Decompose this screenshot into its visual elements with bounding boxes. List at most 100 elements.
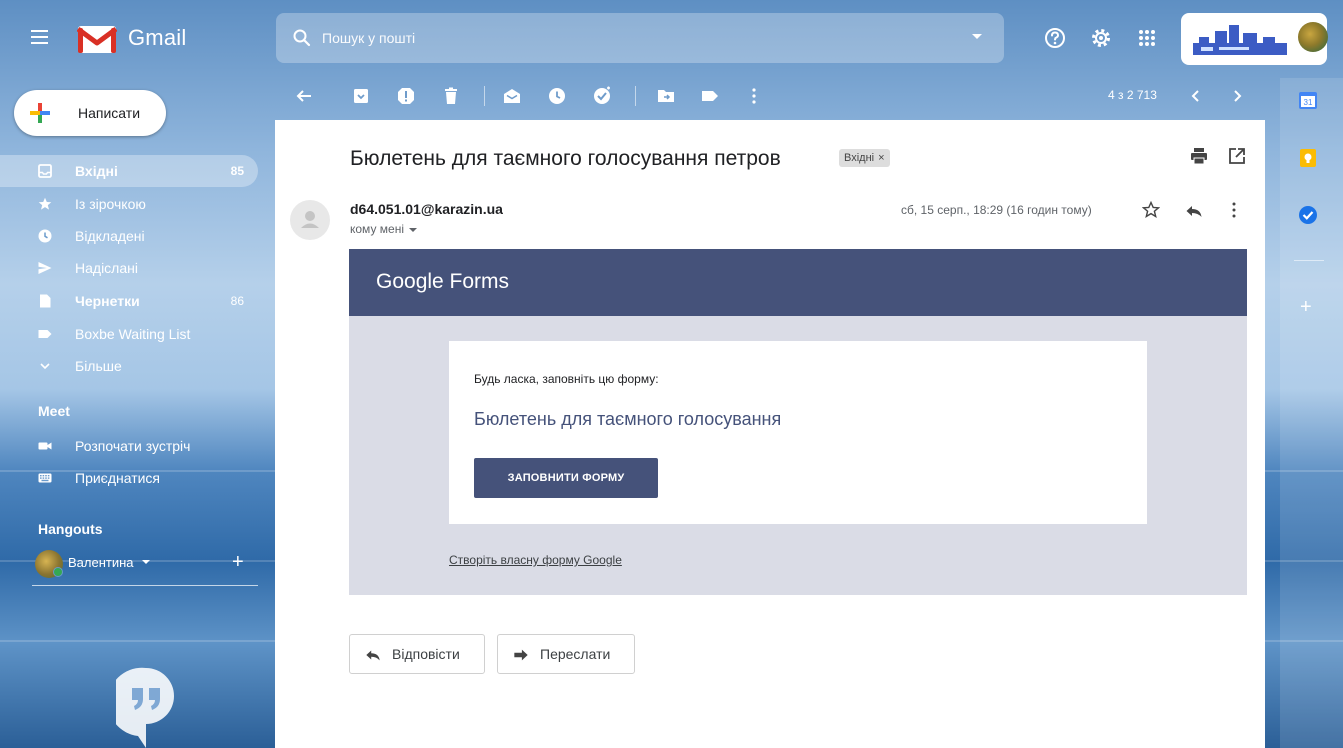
recipient-details-toggle[interactable]: кому мені [350, 222, 417, 236]
inbox-label-chip[interactable]: Вхідні × [839, 149, 890, 167]
google-forms-logo-bold: Google [376, 270, 444, 293]
star-outline-icon[interactable] [1142, 201, 1160, 219]
add-to-tasks-icon[interactable] [592, 86, 612, 106]
toolbar-divider [635, 86, 636, 106]
reply-arrow-icon[interactable] [1185, 202, 1203, 220]
sidebar-item-inbox[interactable]: Вхідні 85 [0, 155, 258, 187]
tasks-check-icon[interactable] [1298, 205, 1318, 225]
create-own-form-link[interactable]: Створіть власну форму Google [449, 553, 622, 567]
older-chevron-right-icon[interactable] [1227, 86, 1247, 106]
fill-form-button[interactable]: ЗАПОВНИТИ ФОРМУ [474, 458, 658, 498]
hangouts-divider [32, 585, 258, 586]
snooze-clock-icon[interactable] [547, 86, 567, 106]
gmail-logo-icon[interactable] [77, 24, 117, 54]
pagination-counter: 4 з 2 713 [1108, 88, 1157, 102]
sender-email[interactable]: d64.051.01@karazin.ua [350, 201, 503, 217]
sidebar-item-starred[interactable]: Із зірочкою [0, 188, 258, 220]
svg-text:31: 31 [1304, 98, 1313, 107]
draft-icon [40, 294, 51, 308]
sidebar-item-label: Boxbe Waiting List [75, 326, 191, 342]
toolbar-divider [484, 86, 485, 106]
organization-logo-icon [1193, 25, 1287, 55]
send-icon [38, 262, 52, 274]
compose-plus-icon [30, 103, 50, 123]
star-icon [38, 197, 52, 210]
video-camera-icon [38, 442, 52, 450]
sidebar-item-label: Вхідні [75, 163, 118, 179]
message-date: сб, 15 серп., 18:29 (16 годин тому) [901, 203, 1092, 217]
meet-start-label: Розпочати зустріч [75, 438, 191, 454]
sidebar-item-label: Чернетки [75, 293, 140, 309]
more-options-icon[interactable] [744, 86, 764, 106]
open-in-new-window-icon[interactable] [1228, 147, 1246, 165]
reply-button[interactable]: Відповісти [349, 634, 485, 674]
google-forms-banner: Google Forms [349, 249, 1247, 316]
google-forms-logo-light: Forms [443, 270, 510, 293]
forward-icon [514, 649, 528, 661]
sidebar-item-drafts[interactable]: Чернетки 86 [0, 285, 258, 317]
meet-join-label: Приєднатися [75, 470, 161, 486]
forward-button-label: Переслати [540, 646, 611, 662]
apps-grid-icon[interactable] [1136, 27, 1158, 49]
sidebar-item-label: Із зірочкою [75, 196, 146, 212]
meet-join-item[interactable]: Приєднатися [0, 462, 258, 494]
help-icon[interactable] [1044, 27, 1066, 49]
sidebar-item-boxbe[interactable]: Boxbe Waiting List [0, 318, 258, 350]
search-icon[interactable] [292, 28, 312, 48]
back-arrow-icon[interactable] [294, 86, 314, 106]
label-chip-text: Вхідні [844, 152, 875, 164]
reply-button-label: Відповісти [392, 646, 460, 662]
print-icon[interactable] [1190, 147, 1208, 165]
compose-button[interactable]: Написати [14, 90, 166, 136]
get-addons-plus-icon[interactable]: + [1300, 296, 1312, 319]
recipient-text: кому мені [350, 222, 404, 236]
main-menu-button[interactable] [28, 26, 52, 48]
settings-gear-icon[interactable] [1090, 27, 1112, 49]
label-icon [38, 330, 52, 338]
menu-icon [31, 30, 48, 32]
archive-icon[interactable] [351, 86, 371, 106]
meet-section-title: Meet [38, 403, 70, 419]
mark-as-unread-icon[interactable] [502, 86, 522, 106]
sidebar-item-more[interactable]: Більше [0, 350, 258, 382]
menu-icon-bar [31, 42, 48, 44]
account-avatar[interactable] [1298, 22, 1328, 52]
clock-icon [38, 229, 52, 243]
sidebar-item-sent[interactable]: Надіслані [0, 252, 258, 284]
forward-button[interactable]: Переслати [497, 634, 635, 674]
menu-icon-bar [31, 36, 48, 38]
account-switcher[interactable] [1181, 13, 1328, 65]
move-to-folder-icon[interactable] [656, 86, 676, 106]
meet-start-item[interactable]: Розпочати зустріч [0, 430, 258, 462]
search-input[interactable] [322, 26, 922, 50]
google-forms-email-body: Google Forms Будь ласка, заповніть цю фо… [349, 249, 1247, 595]
hangouts-section-title: Hangouts [38, 521, 103, 537]
sidebar-item-snoozed[interactable]: Відкладені [0, 220, 258, 252]
chevron-down-icon [409, 227, 417, 232]
hangouts-quote-icon[interactable] [116, 666, 176, 748]
gmail-wordmark: Gmail [128, 25, 187, 50]
inbox-icon [38, 164, 52, 178]
compose-label: Написати [78, 105, 141, 121]
hangouts-status-caret-icon[interactable] [142, 560, 150, 564]
sidebar-item-label: Надіслані [75, 260, 138, 276]
delete-trash-icon[interactable] [441, 86, 461, 106]
label-tag-icon[interactable] [700, 86, 720, 106]
form-title: Бюлетень для таємного голосування [474, 409, 782, 429]
email-subject: Бюлетень для таємного голосування петров [350, 147, 781, 170]
keyboard-icon [38, 473, 52, 483]
remove-label-close-icon[interactable]: × [878, 152, 884, 164]
hangouts-user-name[interactable]: Валентина [68, 555, 134, 570]
newer-chevron-left-icon[interactable] [1186, 86, 1206, 106]
report-spam-icon[interactable] [396, 86, 416, 106]
search-bar[interactable] [276, 13, 1004, 63]
drafts-count-badge: 86 [230, 294, 244, 308]
sender-avatar[interactable] [290, 200, 330, 240]
top-header: Gmail [0, 0, 1343, 78]
calendar-icon[interactable]: 31 [1298, 90, 1318, 110]
message-view: Бюлетень для таємного голосування петров… [275, 120, 1265, 748]
hangouts-new-chat-plus-icon[interactable]: + [232, 551, 244, 574]
keep-notes-icon[interactable] [1298, 148, 1318, 168]
message-more-options-icon[interactable] [1225, 201, 1243, 219]
search-options-caret-icon[interactable] [972, 34, 982, 39]
